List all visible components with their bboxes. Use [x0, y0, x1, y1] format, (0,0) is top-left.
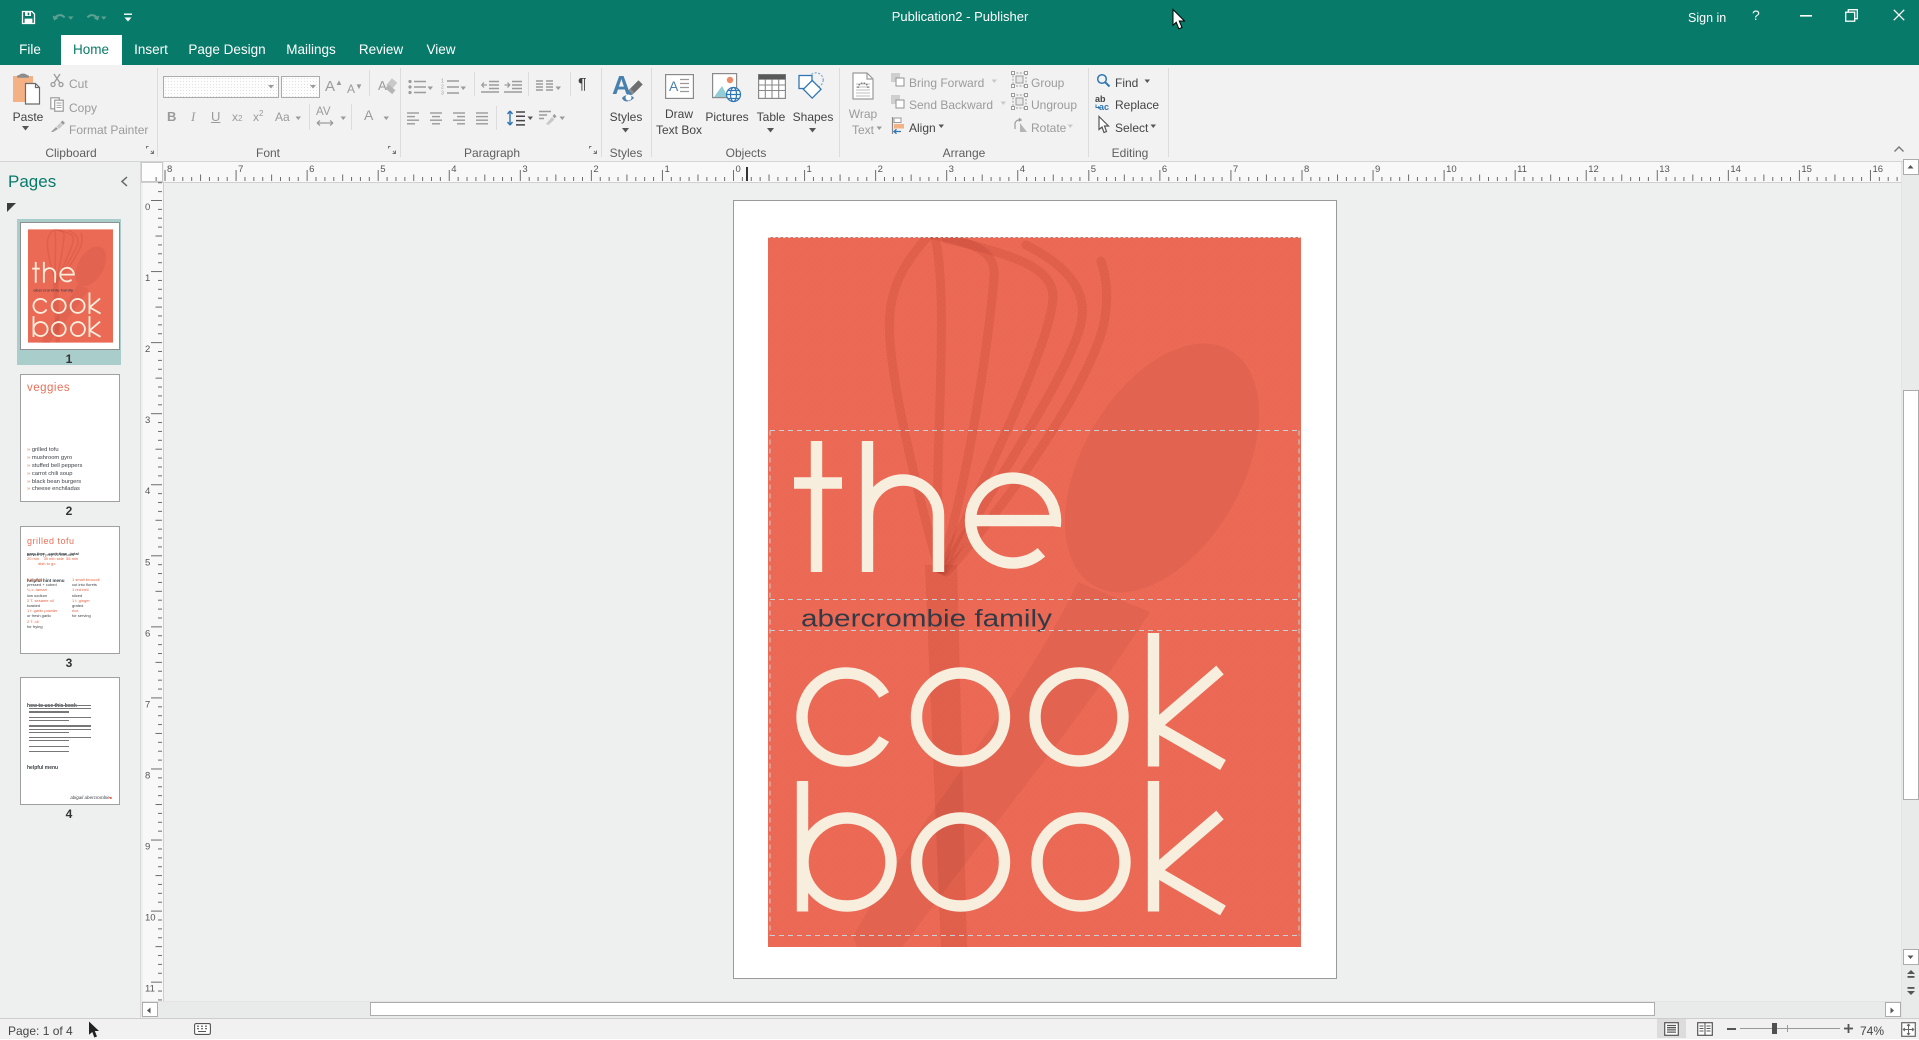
svg-text:9: 9 [145, 842, 150, 853]
svg-text:4: 4 [1020, 164, 1025, 175]
svg-text:2: 2 [593, 164, 598, 175]
svg-text:12: 12 [1588, 164, 1599, 175]
svg-text:7: 7 [238, 164, 243, 175]
svg-text:ac: ac [1099, 102, 1109, 112]
svg-text:11: 11 [145, 984, 155, 995]
svg-text:11: 11 [1517, 164, 1527, 175]
svg-text:6: 6 [145, 628, 150, 639]
svg-text:7: 7 [145, 699, 150, 710]
svg-text:13: 13 [1659, 164, 1670, 175]
svg-text:8: 8 [167, 164, 172, 175]
svg-text:5: 5 [380, 164, 385, 175]
svg-text:A: A [669, 78, 679, 94]
svg-text:6: 6 [309, 164, 314, 175]
svg-text:16: 16 [1872, 164, 1883, 175]
svg-text:1: 1 [807, 164, 812, 175]
svg-text:15: 15 [1801, 164, 1812, 175]
svg-text:7: 7 [1233, 164, 1238, 175]
svg-text:4: 4 [145, 486, 150, 497]
svg-text:9: 9 [1375, 164, 1380, 175]
svg-text:1: 1 [145, 273, 150, 284]
svg-text:14: 14 [1730, 164, 1741, 175]
svg-text:10: 10 [1446, 164, 1457, 175]
svg-text:10: 10 [145, 913, 156, 924]
svg-text:2: 2 [145, 344, 150, 355]
svg-text:4: 4 [451, 164, 456, 175]
svg-text:8: 8 [145, 770, 150, 781]
svg-text:3: 3 [441, 91, 444, 97]
svg-text:3: 3 [145, 415, 150, 426]
svg-text:6: 6 [1162, 164, 1167, 175]
svg-text:5: 5 [145, 557, 150, 568]
svg-text:2: 2 [878, 164, 883, 175]
svg-text:1: 1 [664, 164, 669, 175]
svg-text:3: 3 [522, 164, 527, 175]
svg-text:5: 5 [1091, 164, 1096, 175]
svg-text:8: 8 [1304, 164, 1309, 175]
svg-text:0: 0 [145, 202, 150, 213]
svg-text:0: 0 [736, 164, 741, 175]
svg-text:3: 3 [949, 164, 954, 175]
